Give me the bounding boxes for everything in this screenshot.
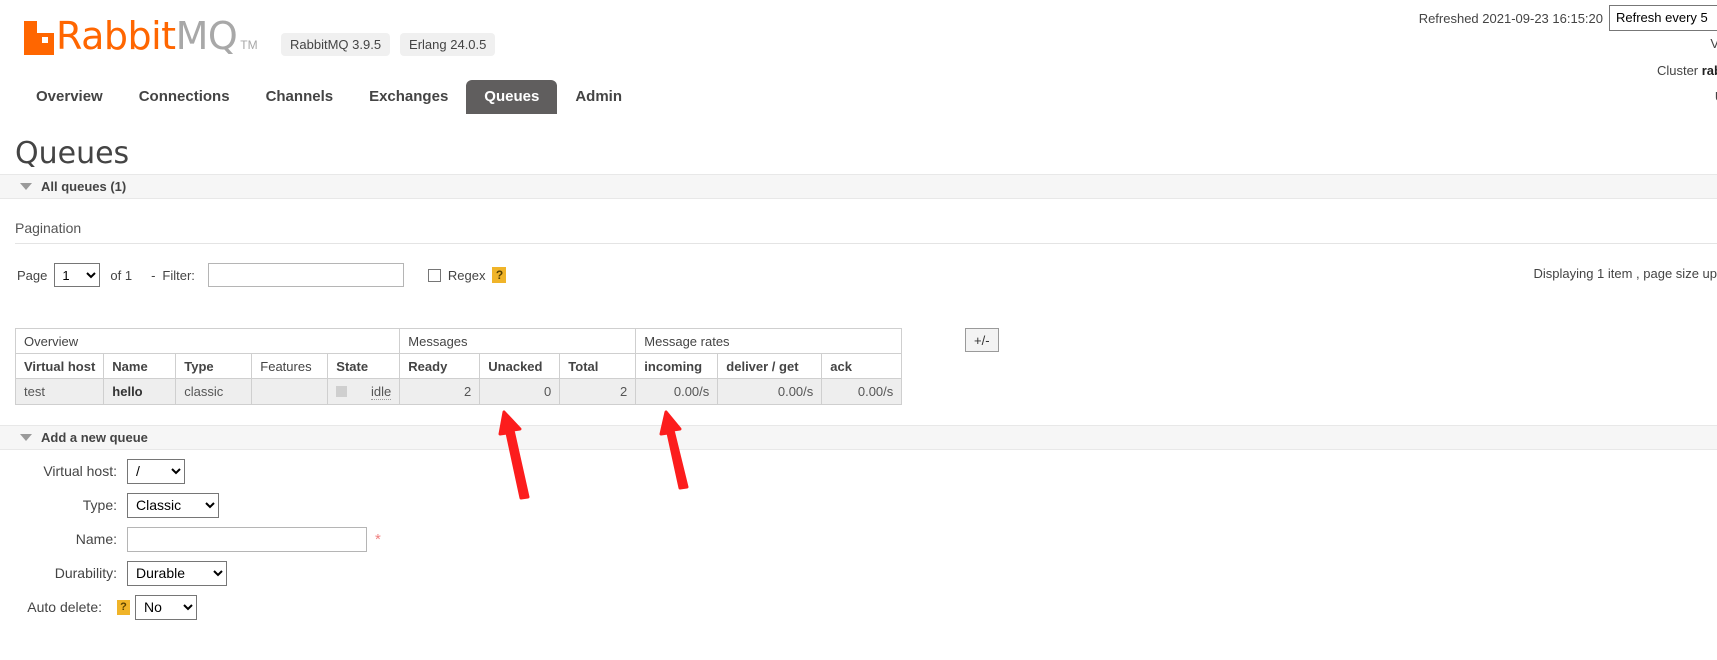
pagination-dash: - [151, 267, 156, 283]
tab-overview[interactable]: Overview [18, 80, 121, 114]
state-text: idle [371, 383, 392, 400]
select-durability[interactable]: Durable [127, 560, 227, 586]
column-header-ready[interactable]: Ready [399, 353, 481, 379]
displaying-count: Displaying 1 item , page size up [1533, 266, 1717, 281]
form-row-auto-delete: Auto delete: ? No [0, 591, 1717, 623]
add-queue-label: Add a new queue [41, 430, 148, 445]
filter-label: Filter: [162, 267, 195, 283]
auto-delete-help-icon[interactable]: ? [117, 599, 130, 615]
column-header-ack[interactable]: ack [821, 353, 903, 379]
tab-connections[interactable]: Connections [121, 80, 248, 114]
logo-text-rabbit: Rabbit [56, 14, 176, 58]
cell-state: idle [327, 378, 401, 405]
group-header-messages: Messages [399, 328, 637, 354]
select-queue-type[interactable]: Classic [127, 492, 219, 518]
virtual-host-line: Virtual [1710, 36, 1717, 51]
cell-features [251, 378, 329, 405]
cell-total: 2 [559, 378, 637, 405]
refreshed-timestamp: Refreshed 2021-09-23 16:15:20 [1418, 10, 1603, 26]
version-badges: RabbitMQ 3.9.5 Erlang 24.0.5 [281, 33, 496, 56]
queues-table: Overview Messages Message rates Virtual … [14, 328, 903, 405]
cell-unacked: 0 [479, 378, 561, 405]
chevron-down-icon-add-queue[interactable] [20, 434, 32, 441]
chevron-down-icon[interactable] [20, 183, 32, 190]
rabbitmq-management-page: Rabbit MQ TM RabbitMQ 3.9.5 Erlang 24.0.5 … [0, 0, 1717, 660]
refresh-row: Refreshed 2021-09-23 16:15:20 Refresh ev… [1419, 5, 1717, 31]
form-row-type: Type: Classic [0, 489, 1717, 521]
regex-help-icon[interactable]: ? [492, 267, 507, 283]
add-queue-form: Virtual host: / Type: Classic Name: * Du… [0, 455, 1717, 625]
group-header-overview: Overview [14, 328, 401, 354]
pagination-heading: Pagination [15, 220, 82, 236]
cell-ack: 0.00/s [821, 378, 903, 405]
label-name: Name: [75, 531, 117, 547]
form-row-durability: Durability: Durable [0, 557, 1717, 589]
group-header-message-rates: Message rates [635, 328, 903, 354]
pagination-controls: Page 1 of 1 - Filter: Regex ? [17, 262, 507, 288]
label-type: Type: [82, 497, 117, 513]
cell-queue-name[interactable]: hello [103, 378, 177, 405]
badge-rabbitmq-version: RabbitMQ 3.9.5 [281, 33, 391, 56]
all-queues-label: All queues (1) [41, 179, 127, 194]
rabbitmq-logo[interactable]: Rabbit MQ TM [24, 14, 258, 58]
regex-checkbox[interactable] [427, 268, 441, 282]
page-number-select[interactable]: 1 [54, 263, 101, 287]
cell-type: classic [175, 378, 253, 405]
table-row[interactable]: test hello classic idle 2 0 2 0.00/s 0.0… [14, 378, 903, 405]
logo-trademark: TM [240, 38, 258, 52]
column-header-name[interactable]: Name [103, 353, 177, 379]
label-auto-delete: Auto delete: [27, 599, 102, 615]
input-queue-name[interactable] [127, 526, 367, 552]
logo-text-mq: MQ [175, 14, 238, 58]
tab-admin[interactable]: Admin [557, 80, 640, 114]
rabbit-logo-icon [24, 21, 54, 55]
table-column-header-row: Virtual host Name Type Features State Re… [14, 353, 903, 379]
required-marker: * [375, 530, 381, 548]
page-of-label: of 1 [110, 267, 133, 283]
regex-label: Regex [447, 267, 486, 283]
label-virtual-host: Virtual host: [43, 463, 117, 479]
column-header-unacked[interactable]: Unacked [479, 353, 561, 379]
state-indicator-icon [336, 386, 348, 397]
tab-exchanges[interactable]: Exchanges [351, 80, 466, 114]
page-label: Page [17, 267, 48, 283]
column-header-deliver-get[interactable]: deliver / get [717, 353, 823, 379]
label-durability: Durability: [54, 565, 117, 581]
cell-virtual-host: test [14, 378, 105, 405]
cell-incoming: 0.00/s [635, 378, 719, 405]
all-queues-section-header[interactable]: All queues (1) [0, 174, 1717, 199]
cluster-line: Cluster rabbit@aa [1657, 63, 1717, 78]
filter-input[interactable] [207, 263, 404, 287]
pagination-divider [15, 243, 1717, 244]
tab-queues[interactable]: Queues [466, 80, 558, 114]
form-row-name: Name: * [0, 523, 1717, 555]
cluster-label: Cluster [1656, 63, 1702, 78]
page-header: Rabbit MQ TM RabbitMQ 3.9.5 Erlang 24.0.5 … [0, 0, 1717, 104]
column-header-virtual-host[interactable]: Virtual host [14, 353, 105, 379]
column-header-features: Features [251, 353, 329, 379]
column-toggle-button[interactable]: +/- [965, 328, 999, 352]
refresh-interval-select[interactable]: Refresh every 5 [1609, 5, 1717, 31]
form-row-virtual-host: Virtual host: / [0, 455, 1717, 487]
table-group-header-row: Overview Messages Message rates [14, 328, 903, 354]
badge-erlang-version: Erlang 24.0.5 [400, 33, 496, 56]
column-header-incoming[interactable]: incoming [635, 353, 719, 379]
page-title: Queues [15, 136, 130, 171]
tab-channels[interactable]: Channels [248, 80, 352, 114]
main-navigation: Overview Connections Channels Exchanges … [0, 78, 1717, 114]
select-auto-delete[interactable]: No [135, 594, 197, 620]
add-queue-section-header[interactable]: Add a new queue [0, 425, 1717, 450]
cell-deliver-get: 0.00/s [717, 378, 823, 405]
column-header-state[interactable]: State [327, 353, 401, 379]
column-header-type[interactable]: Type [175, 353, 253, 379]
cell-ready: 2 [399, 378, 481, 405]
select-virtual-host[interactable]: / [127, 458, 185, 484]
cluster-value: rabbit@aa [1701, 63, 1717, 78]
column-header-total[interactable]: Total [559, 353, 637, 379]
